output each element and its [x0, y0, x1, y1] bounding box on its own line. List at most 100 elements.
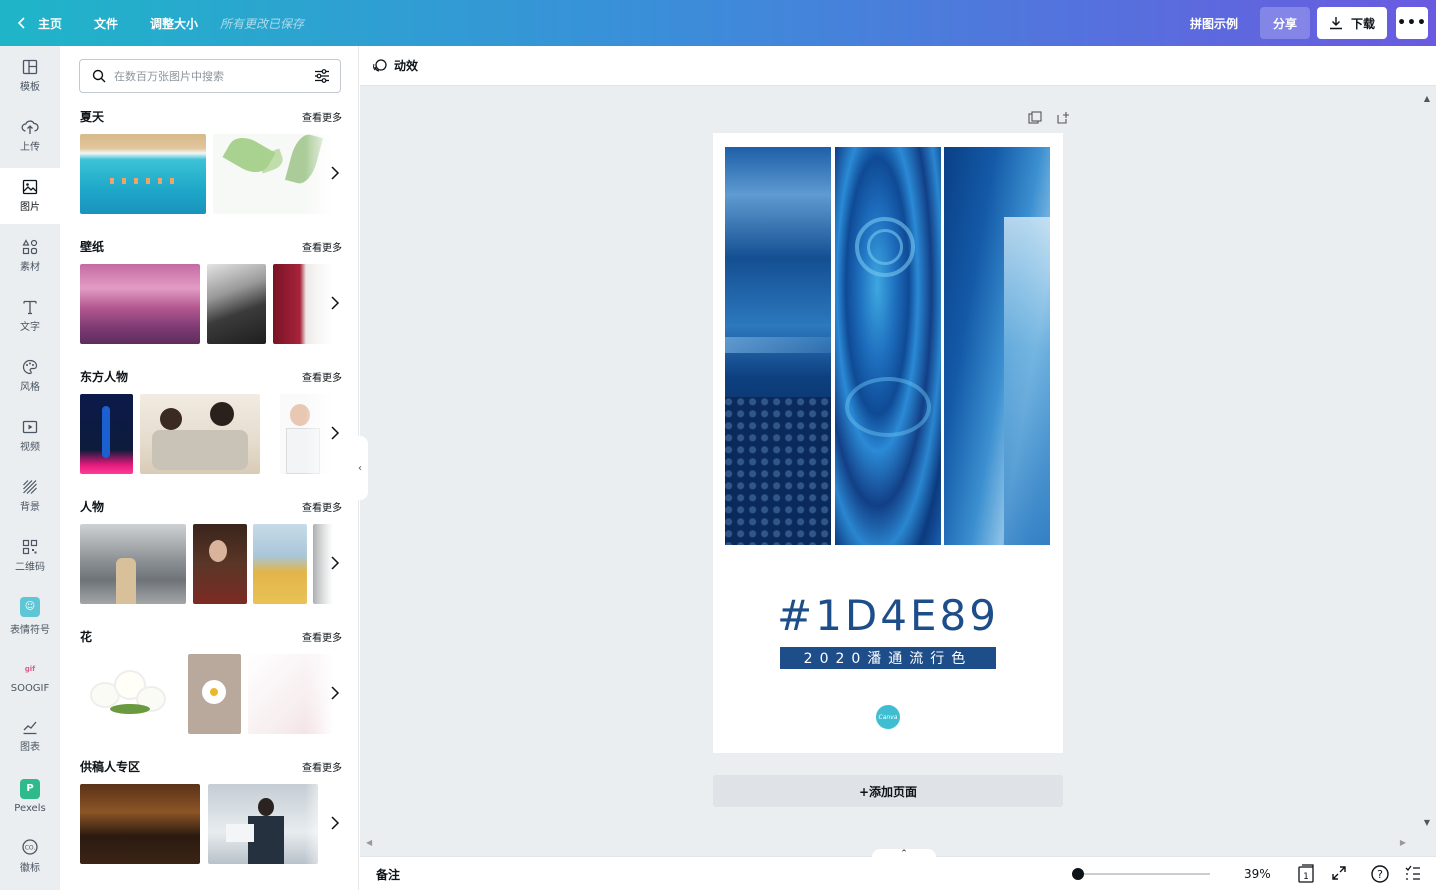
see-more-link[interactable]: 查看更多: [302, 239, 342, 254]
image-thumbnail[interactable]: [80, 264, 200, 344]
section-people: 人物 查看更多: [80, 497, 342, 604]
svg-text:?: ?: [1377, 868, 1383, 881]
see-more-link[interactable]: 查看更多: [302, 109, 342, 124]
zoom-value[interactable]: 39%: [1244, 867, 1271, 881]
rail-item-image[interactable]: 图片: [0, 168, 60, 224]
chevron-up-icon: ⌃: [900, 849, 908, 859]
rail-item-soogif[interactable]: gif SOOGIF: [0, 648, 60, 704]
video-icon: [22, 419, 38, 438]
image-thumbnail[interactable]: [80, 524, 186, 604]
file-menu[interactable]: 文件: [94, 15, 118, 32]
rail-item-logo[interactable]: CO. 徽标: [0, 828, 60, 884]
rail-item-label: 素材: [20, 262, 40, 273]
scroll-up-arrow[interactable]: ▲: [1424, 94, 1430, 103]
chart-icon: [22, 719, 38, 738]
scroll-left-arrow[interactable]: ◀: [366, 838, 372, 847]
help-icon[interactable]: ?: [1370, 864, 1390, 888]
add-page-icon[interactable]: [1056, 110, 1070, 129]
photo-sea-rocks[interactable]: [725, 147, 831, 545]
image-thumbnail[interactable]: [193, 524, 247, 604]
expand-pages-button[interactable]: ⌃: [872, 849, 936, 859]
keyboard-shortcuts-icon[interactable]: [1404, 864, 1422, 886]
search-box: [79, 59, 341, 93]
save-status: 所有更改已保存: [220, 16, 305, 31]
section-title: 夏天: [80, 109, 105, 124]
demo-button[interactable]: 拼图示例: [1190, 15, 1238, 32]
image-thumbnail[interactable]: [80, 654, 180, 734]
chevron-right-icon[interactable]: [330, 296, 340, 310]
subtitle-banner[interactable]: 2020潘通流行色: [780, 647, 996, 669]
download-button[interactable]: 下载: [1317, 7, 1387, 39]
animate-button[interactable]: 动效: [372, 57, 418, 74]
section-asian-people: 东方人物 查看更多: [80, 367, 342, 474]
scroll-right-arrow[interactable]: ▶: [1400, 838, 1406, 847]
section-flowers: 花 查看更多: [80, 627, 342, 734]
section-summer: 夏天 查看更多: [80, 107, 342, 214]
search-input[interactable]: [114, 69, 294, 83]
chevron-right-icon[interactable]: [330, 426, 340, 440]
share-button[interactable]: 分享: [1260, 7, 1310, 39]
notes-button[interactable]: 备注: [376, 866, 400, 883]
image-icon: [22, 179, 38, 198]
image-thumbnail[interactable]: [208, 784, 318, 864]
home-label: 主页: [38, 16, 63, 31]
top-bar: 主页 文件 调整大小 所有更改已保存 拼图示例 分享 下载 •••: [0, 0, 1436, 46]
section-title: 壁纸: [80, 239, 105, 254]
more-options-button[interactable]: •••: [1396, 7, 1428, 39]
rail-item-qrcode[interactable]: 二维码: [0, 528, 60, 584]
chevron-right-icon[interactable]: [330, 686, 340, 700]
rail-item-label: 模板: [20, 82, 40, 93]
add-page-button[interactable]: +添加页面: [713, 775, 1063, 807]
resize-menu[interactable]: 调整大小: [150, 15, 198, 32]
see-more-link[interactable]: 查看更多: [302, 369, 342, 384]
chevron-right-icon[interactable]: [330, 556, 340, 570]
zoom-slider-handle[interactable]: [1072, 868, 1084, 880]
design-page[interactable]: #1D4E89 2020潘通流行色 Canva: [713, 133, 1063, 753]
scroll-down-arrow[interactable]: ▼: [1424, 818, 1430, 827]
filter-icon[interactable]: [314, 68, 330, 84]
duplicate-page-icon[interactable]: [1028, 110, 1042, 129]
rail-item-label: 视频: [20, 442, 40, 453]
rail-item-label: SOOGIF: [10, 682, 50, 694]
image-thumbnail[interactable]: [253, 524, 307, 604]
rail-item-chart[interactable]: 图表: [0, 708, 60, 764]
chevron-right-icon[interactable]: [330, 816, 340, 830]
rail-item-pexels[interactable]: P Pexels: [0, 768, 60, 824]
page-count-icon[interactable]: 1: [1296, 864, 1316, 888]
share-label: 分享: [1272, 16, 1297, 31]
see-more-link[interactable]: 查看更多: [302, 499, 342, 514]
image-thumbnail[interactable]: [140, 394, 260, 474]
animate-icon: [373, 58, 387, 72]
rail-item-emoji[interactable]: ☺ 表情符号: [0, 588, 60, 644]
rail-item-background[interactable]: 背景: [0, 468, 60, 524]
rail-item-upload[interactable]: 上传: [0, 108, 60, 164]
photo-waterfall[interactable]: [944, 147, 1050, 545]
image-thumbnail[interactable]: [80, 134, 206, 214]
rail-item-text[interactable]: 文字: [0, 288, 60, 344]
rail-item-template[interactable]: 模板: [0, 48, 60, 104]
image-thumbnail[interactable]: [80, 394, 133, 474]
image-thumbnail[interactable]: [80, 784, 200, 864]
search-icon: [92, 69, 106, 83]
photo-fluid-art[interactable]: [835, 147, 941, 545]
svg-text:CO.: CO.: [25, 845, 36, 852]
pexels-icon: P: [20, 778, 40, 803]
elements-icon: [22, 239, 38, 258]
see-more-link[interactable]: 查看更多: [302, 759, 342, 774]
canva-logo: Canva: [876, 705, 900, 729]
zoom-slider[interactable]: [1078, 873, 1210, 875]
color-hex-title[interactable]: #1D4E89: [713, 591, 1063, 640]
fullscreen-icon[interactable]: [1330, 864, 1348, 886]
rail-item-palette[interactable]: 风格: [0, 348, 60, 404]
editor-canvas: 动效 ‹ #1D4E89 2020潘通流行色 Canva +添加页面 ▲ ▼ ◀: [352, 46, 1436, 890]
qrcode-icon: [22, 539, 38, 558]
image-thumbnail[interactable]: [207, 264, 266, 344]
rail-item-label: 上传: [20, 142, 40, 153]
collapse-panel-button[interactable]: ‹: [352, 436, 368, 500]
rail-item-video[interactable]: 视频: [0, 408, 60, 464]
chevron-right-icon[interactable]: [330, 166, 340, 180]
image-thumbnail[interactable]: [188, 654, 241, 734]
see-more-link[interactable]: 查看更多: [302, 629, 342, 644]
rail-item-elements[interactable]: 素材: [0, 228, 60, 284]
home-button[interactable]: 主页: [18, 15, 62, 32]
